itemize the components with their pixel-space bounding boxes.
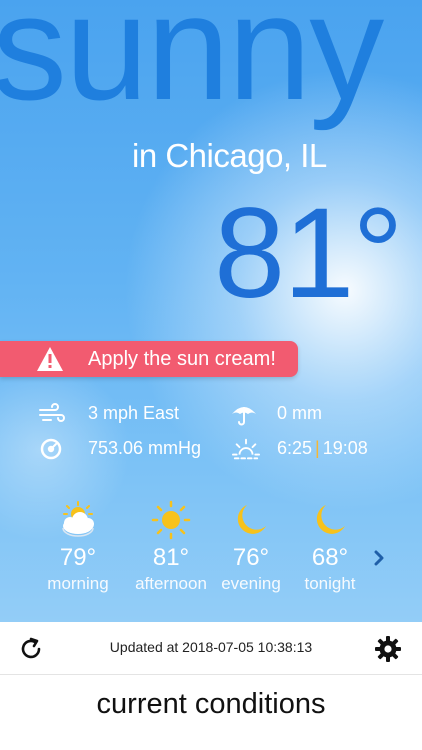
updated-timestamp: Updated at 2018-07-05 10:38:13 — [109, 639, 313, 655]
forecast-label: morning — [47, 574, 109, 593]
sunrise-time: 6:25 — [277, 438, 313, 458]
sun-times-stat: 6:25 | 19:08 — [232, 435, 402, 463]
partly-cloudy-icon — [62, 501, 94, 537]
pressure-value: 753.06 mmHg — [88, 438, 202, 458]
time-separator: | — [315, 438, 320, 458]
location-text: in Chicago, IL — [132, 137, 327, 174]
current-temperature: 81° — [214, 182, 404, 325]
pressure-gauge-icon — [40, 438, 62, 460]
forecast-label: tonight — [304, 574, 356, 593]
moon-icon — [316, 505, 345, 534]
forecast-temp: 79° — [59, 544, 97, 571]
wind-icon — [39, 403, 65, 422]
sunset-time: 19:08 — [322, 438, 368, 458]
sun-icon — [151, 500, 191, 540]
wind-value: 3 mph East — [88, 403, 180, 423]
forecast-temp: 76° — [232, 544, 270, 571]
pressure-stat: 753.06 mmHg — [38, 435, 218, 463]
umbrella-icon — [232, 407, 256, 426]
moon-icon — [237, 505, 266, 534]
warning-icon — [37, 347, 63, 371]
forecast-evening[interactable]: 76° evening — [206, 500, 296, 594]
alert-message: Apply the sun cream! — [88, 348, 276, 370]
forecast-morning[interactable]: 79° morning — [33, 500, 123, 594]
forecast-temp: 68° — [311, 544, 349, 571]
sun-cream-alert[interactable]: Apply the sun cream! — [0, 341, 298, 377]
screen-caption: current conditions — [96, 688, 326, 720]
forecast-label: evening — [221, 574, 281, 593]
status-bar: Updated at 2018-07-05 10:38:13 — [0, 622, 422, 675]
forecast-label: afternoon — [135, 574, 207, 593]
condition-text: sunny — [0, 0, 384, 131]
forecast-tonight[interactable]: 68° tonight — [285, 500, 375, 594]
gear-icon[interactable] — [374, 635, 402, 663]
sunrise-icon — [232, 438, 260, 460]
weather-panel: sunny in Chicago, IL 81° Apply the sun c… — [0, 0, 422, 622]
wind-stat: 3 mph East — [38, 400, 208, 428]
chevron-right-icon[interactable] — [369, 548, 389, 568]
forecast-temp: 81° — [152, 544, 190, 571]
precipitation-value: 0 mm — [277, 403, 322, 423]
forecast-afternoon[interactable]: 81° afternoon — [126, 500, 216, 594]
precipitation-stat: 0 mm — [230, 400, 380, 428]
